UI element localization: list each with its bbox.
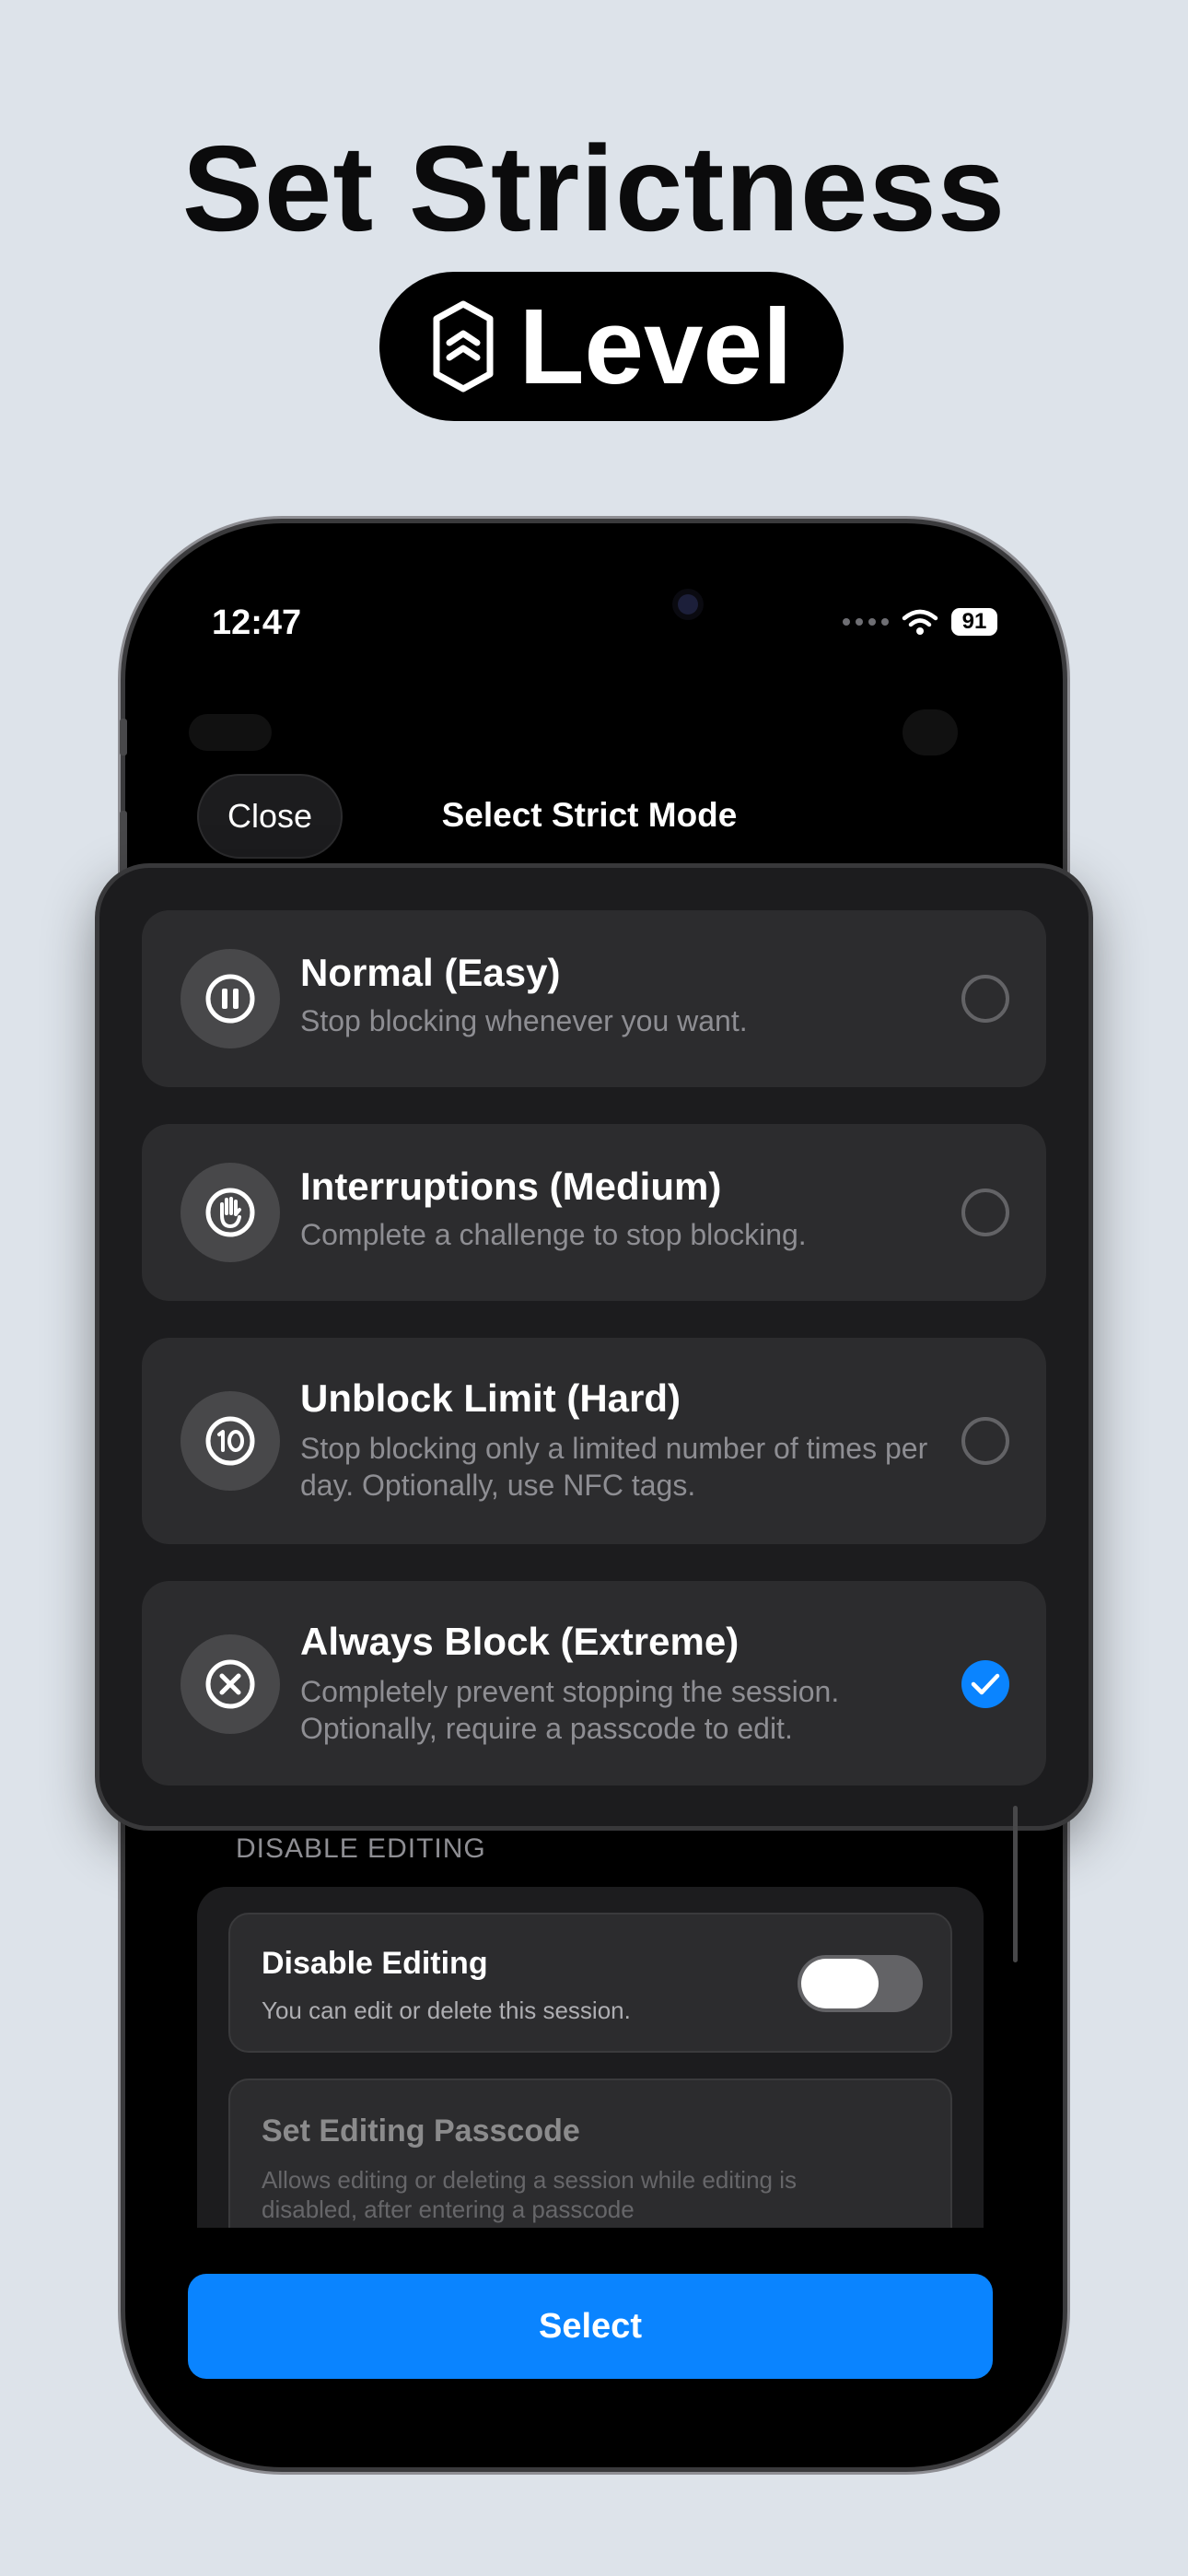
option-icon-wrap — [181, 949, 280, 1048]
select-button[interactable]: Select — [188, 2274, 993, 2379]
wifi-icon — [902, 609, 938, 635]
status-indicators: 91 — [843, 608, 997, 636]
row-title: Set Editing Passcode — [262, 2113, 580, 2149]
signal-dots-icon — [843, 618, 889, 626]
option-unblock-limit[interactable]: Unblock Limit (Hard) Stop blocking only … — [142, 1338, 1046, 1544]
phone-side-button — [120, 719, 127, 755]
nav-action-fragment — [903, 709, 958, 755]
radio-unchecked[interactable] — [961, 1417, 1009, 1465]
section-header: DISABLE EDITING — [236, 1833, 486, 1864]
promo-headline: Set Strictness — [181, 121, 1007, 256]
shield-chevron-icon — [433, 300, 494, 392]
option-normal[interactable]: Normal (Easy) Stop blocking whenever you… — [142, 910, 1046, 1087]
option-description: Stop blocking whenever you want. — [300, 1004, 748, 1037]
disable-editing-group: Disable Editing You can edit or delete t… — [197, 1887, 984, 2228]
disable-editing-row[interactable]: Disable Editing You can edit or delete t… — [228, 1913, 952, 2053]
row-subtitle: You can edit or delete this session. — [262, 1996, 631, 2024]
ten-count-icon — [205, 1416, 255, 1466]
nav-back-fragment — [189, 714, 272, 751]
battery-indicator: 91 — [951, 608, 997, 636]
option-always-block[interactable]: Always Block (Extreme) Completely preven… — [142, 1581, 1046, 1786]
radio-unchecked[interactable] — [961, 975, 1009, 1023]
x-circle-icon — [205, 1659, 255, 1709]
option-description: Complete a challenge to stop blocking. — [300, 1218, 807, 1251]
front-camera — [678, 594, 698, 615]
scroll-indicator[interactable] — [1013, 1806, 1018, 1962]
option-description: Completely prevent stopping the session.… — [300, 1675, 840, 1745]
strict-mode-card: Normal (Easy) Stop blocking whenever you… — [99, 868, 1089, 1826]
level-pill: Level — [379, 272, 844, 421]
status-time: 12:47 — [212, 603, 302, 642]
option-interruptions[interactable]: Interruptions (Medium) Complete a challe… — [142, 1124, 1046, 1301]
level-pill-label: Level — [518, 287, 793, 406]
sheet-title: Select Strict Mode — [441, 796, 738, 834]
option-icon-wrap — [181, 1634, 280, 1734]
hand-icon — [205, 1188, 255, 1237]
disable-editing-toggle[interactable] — [798, 1955, 923, 2012]
option-description: Stop blocking only a limited number of t… — [300, 1432, 928, 1502]
radio-checked[interactable] — [961, 1660, 1009, 1708]
checkmark-icon — [971, 1673, 1000, 1695]
option-title: Unblock Limit (Hard) — [300, 1376, 681, 1420]
pause-icon — [205, 974, 255, 1024]
close-button[interactable]: Close — [197, 774, 343, 859]
radio-unchecked[interactable] — [961, 1188, 1009, 1236]
row-title: Disable Editing — [262, 1946, 488, 1981]
option-title: Always Block (Extreme) — [300, 1620, 740, 1663]
option-icon-wrap — [181, 1391, 280, 1491]
option-title: Interruptions (Medium) — [300, 1165, 722, 1208]
row-subtitle: Allows editing or deleting a session whi… — [262, 2166, 797, 2223]
option-title: Normal (Easy) — [300, 951, 561, 994]
option-icon-wrap — [181, 1163, 280, 1262]
toggle-knob — [801, 1959, 879, 2008]
editing-passcode-row[interactable]: Set Editing Passcode Allows editing or d… — [228, 2078, 952, 2228]
